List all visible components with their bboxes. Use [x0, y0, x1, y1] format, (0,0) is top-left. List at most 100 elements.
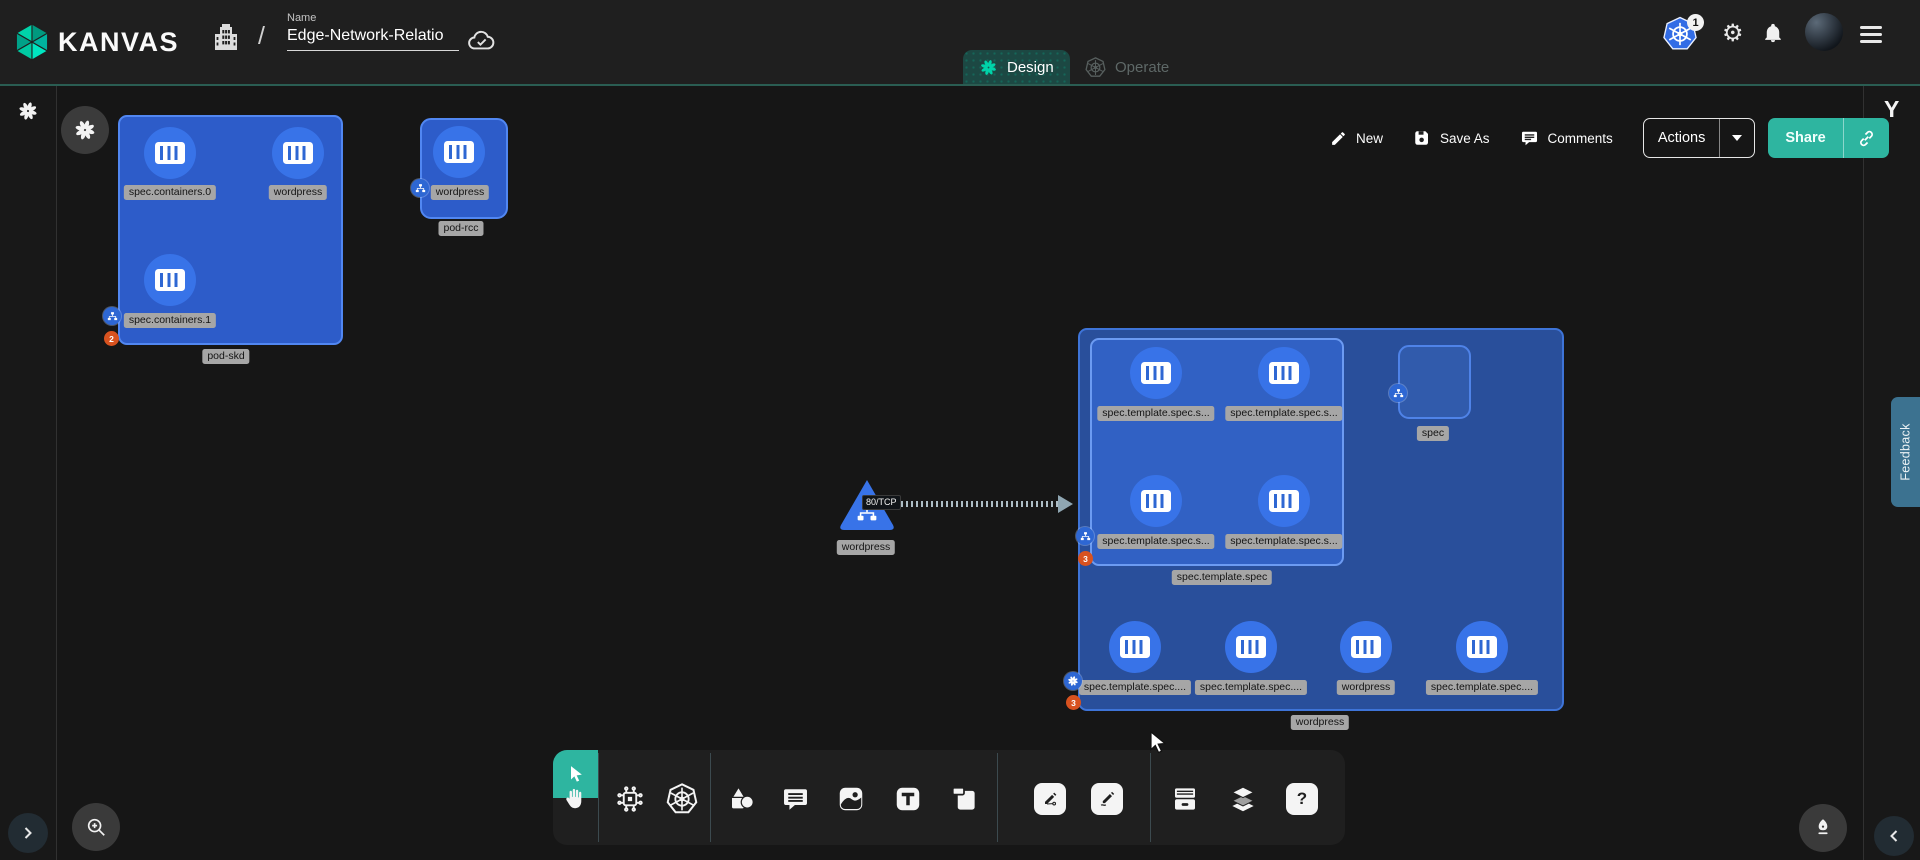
group-count-badge[interactable]: 2: [104, 331, 119, 346]
header-accent-line: [0, 84, 1920, 86]
container-node-b2[interactable]: [1340, 621, 1392, 673]
group-label-wordpress: wordpress: [1291, 715, 1349, 730]
toolbar-divider: [598, 753, 599, 842]
container-icon: [1141, 362, 1171, 384]
node-label: spec.template.spec.s...: [1097, 534, 1214, 549]
tool-comment[interactable]: [777, 781, 813, 817]
group-relationship-badge[interactable]: [411, 179, 429, 197]
node-relationship-badge[interactable]: [1389, 384, 1407, 402]
container-node-t1[interactable]: [1258, 347, 1310, 399]
tab-operate[interactable]: Operate: [1069, 50, 1185, 84]
save-as-button[interactable]: Save As: [1413, 129, 1490, 147]
expand-panel-button[interactable]: [8, 813, 48, 853]
design-name-field[interactable]: Name Edge-Network-Relatio: [287, 12, 459, 51]
save-as-label: Save As: [1440, 131, 1490, 146]
node-label: spec.containers.0: [124, 185, 216, 200]
share-label[interactable]: Share: [1768, 130, 1842, 146]
node-label: wordpress: [431, 185, 489, 200]
hamburger-menu-icon[interactable]: [1860, 26, 1882, 47]
toolbar-divider: [1150, 753, 1151, 842]
container-icon: [1236, 636, 1266, 658]
breadcrumb-separator: /: [258, 22, 265, 51]
tool-image[interactable]: [833, 781, 869, 817]
container-node-b1[interactable]: [1225, 621, 1277, 673]
container-icon: [283, 142, 313, 164]
node-label: spec.template.spec....: [1426, 680, 1538, 695]
actions-split-button[interactable]: Actions: [1643, 118, 1756, 158]
collapse-panel-button[interactable]: [1874, 816, 1914, 856]
tool-components[interactable]: [612, 781, 648, 817]
actions-caret-icon[interactable]: [1732, 135, 1742, 141]
user-avatar[interactable]: [1805, 13, 1843, 51]
tool-pan[interactable]: [557, 781, 593, 817]
chip-icon: [615, 784, 645, 814]
tool-kubernetes[interactable]: [664, 781, 700, 817]
zoom-button[interactable]: [72, 803, 120, 851]
design-name-value[interactable]: Edge-Network-Relatio: [287, 27, 459, 51]
comments-label: Comments: [1548, 131, 1613, 146]
feedback-label: Feedback: [1899, 423, 1913, 480]
container-node-c0[interactable]: [144, 127, 196, 179]
mouse-cursor: [1146, 730, 1170, 756]
container-node-c1[interactable]: [272, 127, 324, 179]
copy-link-icon[interactable]: [1844, 128, 1889, 149]
notifications-bell-icon[interactable]: [1762, 21, 1784, 45]
group-relationship-badge[interactable]: [1064, 672, 1082, 690]
container-node-b3[interactable]: [1456, 621, 1508, 673]
kanvas-logo[interactable]: KANVAS: [14, 22, 179, 62]
settings-gear-icon[interactable]: ⚙: [1722, 19, 1744, 47]
image-icon: [836, 784, 866, 814]
container-node-t2[interactable]: [1130, 475, 1182, 527]
left-spiral-icon[interactable]: [17, 100, 39, 122]
tool-layers[interactable]: [1225, 781, 1261, 817]
hand-icon: [562, 786, 588, 812]
edge-arrowhead: [1058, 495, 1073, 513]
container-node-rcc[interactable]: [433, 126, 485, 178]
container-icon: [1269, 362, 1299, 384]
group-label-spec-template-spec: spec.template.spec: [1172, 570, 1272, 585]
group-relationship-badge[interactable]: [103, 307, 121, 325]
logo-text: KANVAS: [58, 27, 179, 58]
node-label: spec.template.spec....: [1195, 680, 1307, 695]
tool-pen-edit[interactable]: [1032, 781, 1068, 817]
tool-drawer[interactable]: [1167, 781, 1203, 817]
flower-gear-icon: [73, 118, 97, 142]
group-count-badge[interactable]: 3: [1078, 551, 1093, 566]
node-label: spec.containers.1: [124, 313, 216, 328]
organization-icon[interactable]: [213, 22, 239, 52]
container-icon: [155, 269, 185, 291]
node-spec-empty[interactable]: [1398, 345, 1471, 419]
node-label: wordpress: [269, 185, 327, 200]
tool-text[interactable]: [890, 781, 926, 817]
tool-note[interactable]: [946, 781, 982, 817]
pencil-icon: [1330, 130, 1347, 147]
share-split-button[interactable]: Share: [1768, 118, 1888, 158]
group-relationship-badge[interactable]: [1076, 527, 1094, 545]
canvas-config-button[interactable]: [61, 106, 109, 154]
container-node-c2[interactable]: [144, 254, 196, 306]
new-button[interactable]: New: [1330, 130, 1383, 147]
toolbar-divider: [710, 753, 711, 842]
node-label: wordpress: [837, 540, 895, 555]
shapes-icon: [727, 784, 757, 814]
container-icon: [1120, 636, 1150, 658]
tool-help[interactable]: ?: [1284, 781, 1320, 817]
pen-mode-button[interactable]: [1799, 804, 1847, 852]
comments-button[interactable]: Comments: [1520, 129, 1613, 148]
operate-helm-icon: [1085, 57, 1106, 78]
actions-label[interactable]: Actions: [1644, 130, 1720, 146]
help-icon: ?: [1286, 783, 1318, 815]
new-label: New: [1356, 131, 1383, 146]
container-node-t3[interactable]: [1258, 475, 1310, 527]
container-node-t0[interactable]: [1130, 347, 1182, 399]
container-node-b0[interactable]: [1109, 621, 1161, 673]
group-count-badge[interactable]: 3: [1066, 695, 1081, 710]
tab-design[interactable]: Design: [963, 50, 1070, 84]
design-name-label: Name: [287, 12, 459, 24]
edge-service-to-deployment[interactable]: [896, 501, 1059, 507]
container-icon: [444, 141, 474, 163]
feedback-tab[interactable]: Feedback: [1891, 397, 1920, 507]
tool-shapes[interactable]: [724, 781, 760, 817]
tool-pen-draw[interactable]: [1089, 781, 1125, 817]
toolbar-divider: [997, 753, 998, 842]
